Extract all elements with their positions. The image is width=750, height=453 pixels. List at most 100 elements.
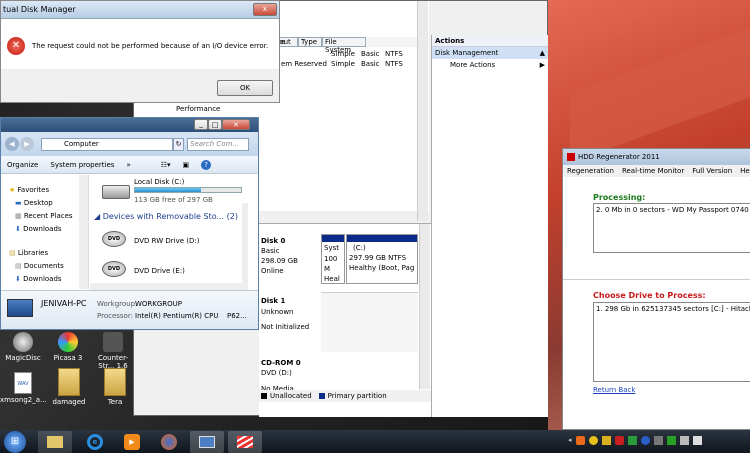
choose-label: Choose Drive to Process:: [593, 291, 706, 300]
collapse-icon[interactable]: ▲: [540, 49, 545, 57]
desktop-icon-tera[interactable]: Tera: [94, 368, 136, 406]
processing-item: 2. 0 Mb in 0 sectors - WD My Passport 07…: [596, 206, 750, 214]
tray-icon-red[interactable]: [614, 436, 624, 445]
taskbar-hdd-regenerator[interactable]: [228, 431, 262, 453]
taskbar-firefox[interactable]: [152, 431, 186, 453]
return-back-link[interactable]: Return Back: [593, 386, 635, 394]
system-properties-button[interactable]: System properties: [50, 161, 114, 169]
more-actions-label: More Actions: [450, 61, 496, 69]
col-filesystem[interactable]: File System: [322, 37, 366, 54]
menu-realtime-monitor[interactable]: Real-time Monitor: [622, 167, 684, 175]
nav-item-desktop[interactable]: ▬ Desktop: [15, 199, 53, 207]
organize-button[interactable]: Organize: [7, 161, 38, 169]
icon-label: Tera: [107, 398, 123, 406]
scrollbar-vertical[interactable]: [417, 1, 428, 221]
nav-label: Desktop: [23, 199, 53, 207]
back-button[interactable]: ◀: [5, 137, 19, 151]
actions-section[interactable]: Disk Management ▲: [432, 47, 548, 59]
legend-unallocated-swatch: [261, 393, 267, 399]
removable-group-header[interactable]: ◢ Devices with Removable Sto... (2): [94, 212, 238, 221]
tray-icon-orange[interactable]: [575, 436, 585, 445]
cdrom-name: CD-ROM 0: [261, 359, 301, 367]
desktop-icon-magicdisc[interactable]: MagicDisc: [2, 332, 44, 362]
desktop-icon-picasa[interactable]: Picasa 3: [48, 332, 88, 362]
taskbar-explorer[interactable]: [38, 431, 72, 453]
tray-icon-warning[interactable]: [588, 436, 598, 445]
tray-icon-green2[interactable]: [666, 436, 676, 445]
disk0-partition-system[interactable]: Syst 100 M Heal: [321, 234, 345, 284]
disk0-label[interactable]: Disk 0 Basic 298.09 GB Online: [261, 236, 319, 276]
dvd-rw-drive[interactable]: DVD RW Drive (D:): [134, 237, 200, 245]
documents-icon: ▤: [15, 262, 22, 270]
tree-item-performance[interactable]: Performance: [176, 105, 220, 113]
table-row[interactable]: Simple Basic NTFS: [281, 50, 429, 60]
local-disk-icon: [102, 185, 130, 199]
dvd-drive[interactable]: DVD Drive (E:): [134, 267, 185, 275]
search-input[interactable]: Search Com...: [187, 138, 249, 151]
nav-label: Documents: [23, 262, 64, 270]
processor-extra: P62...: [227, 312, 247, 320]
processor-value: Intel(R) Pentium(R) CPU: [135, 312, 219, 320]
nav-item-recent-places[interactable]: ▦ Recent Places: [15, 212, 73, 220]
refresh-button[interactable]: ↻: [173, 138, 184, 151]
taskbar-computer[interactable]: [190, 431, 224, 453]
pc-name: JENIVAH-PC: [41, 299, 87, 308]
close-button[interactable]: x: [253, 3, 277, 16]
scrollbar-vertical[interactable]: [79, 175, 88, 289]
start-button[interactable]: ⊞: [4, 431, 26, 453]
taskbar-media-player[interactable]: ▶: [115, 431, 149, 453]
drive-list[interactable]: 1. 298 Gb in 625137345 sectors [C:] - Hi…: [593, 302, 750, 382]
part-sys-l3: Heal: [324, 275, 340, 283]
cdrom-label[interactable]: CD-ROM 0 DVD (D:) No Media: [261, 358, 319, 390]
folder-icon: [47, 436, 63, 448]
local-disk-name[interactable]: Local Disk (C:): [134, 178, 184, 186]
scrollbar-vertical[interactable]: [419, 224, 430, 389]
libraries-header[interactable]: ▤ Libraries: [9, 249, 48, 257]
view-options-icon[interactable]: ☷▾: [161, 161, 171, 169]
forward-button[interactable]: ▶: [20, 137, 34, 151]
favorites-header[interactable]: ★ Favorites: [9, 186, 49, 194]
help-icon[interactable]: ?: [201, 159, 212, 170]
menu-full-version[interactable]: Full Version: [692, 167, 732, 175]
more-commands-button[interactable]: »: [126, 161, 130, 169]
minimize-button[interactable]: _: [194, 119, 208, 130]
close-button[interactable]: ✕: [222, 119, 250, 130]
desktop-icon-counter-strike[interactable]: Counter-Str... 1.6: [90, 332, 136, 370]
row-volume: [281, 50, 331, 60]
processing-list[interactable]: 2. 0 Mb in 0 sectors - WD My Passport 07…: [593, 203, 750, 253]
menu-help[interactable]: Help: [740, 167, 750, 175]
legend-primary-swatch: [318, 393, 325, 399]
desktop-icon-song[interactable]: WAV xmsong2_a...: [0, 372, 46, 404]
col-type[interactable]: Type: [298, 37, 322, 47]
nav-item-downloads[interactable]: ⬇ Downloads: [15, 225, 62, 233]
table-row[interactable]: em Reserved Simple Basic NTFS: [281, 60, 429, 70]
more-actions[interactable]: More Actions ▶: [432, 59, 548, 71]
ok-button[interactable]: OK: [217, 80, 273, 96]
nav-item-documents[interactable]: ▤ Documents: [15, 262, 64, 270]
tray-chevron-icon[interactable]: ◂: [568, 436, 572, 445]
tray-icon-flag[interactable]: [692, 436, 702, 445]
menu-regeneration[interactable]: Regeneration: [567, 167, 614, 175]
preview-pane-icon[interactable]: ▣: [183, 161, 190, 169]
tray-icon-volume[interactable]: [679, 436, 689, 445]
desktop-icon-damaged[interactable]: damaged: [48, 368, 90, 406]
address-bar[interactable]: Computer: [41, 138, 173, 151]
drive-item: 1. 298 Gb in 625137345 sectors [C:] - Hi…: [596, 305, 750, 313]
disk0-partition-c[interactable]: (C:) 297.99 GB NTFS Healthy (Boot, Pag: [346, 234, 418, 284]
system-tray: ◂: [568, 436, 702, 445]
row-type: Basic: [361, 60, 380, 68]
row-layout: Simple: [331, 60, 355, 68]
maximize-button[interactable]: □: [208, 119, 222, 130]
scrollbar-horizontal[interactable]: [90, 283, 248, 290]
hdd-title: HDD Regenerator 2011: [578, 153, 660, 161]
tray-icon-green[interactable]: [627, 436, 637, 445]
scrollbar-vertical[interactable]: [242, 203, 248, 289]
col-volume-tail[interactable]: e: [281, 38, 285, 46]
close-icon: x: [262, 5, 268, 13]
tray-icon-yellow[interactable]: [601, 436, 611, 445]
taskbar-ie[interactable]: e: [78, 431, 112, 453]
tray-icon-network[interactable]: [653, 436, 663, 445]
tray-icon-bluetooth[interactable]: [640, 436, 650, 445]
disk1-label[interactable]: Disk 1 Unknown Not Initialized: [261, 296, 319, 333]
nav-item-lib-downloads[interactable]: ⬇ Downloads: [15, 275, 62, 283]
